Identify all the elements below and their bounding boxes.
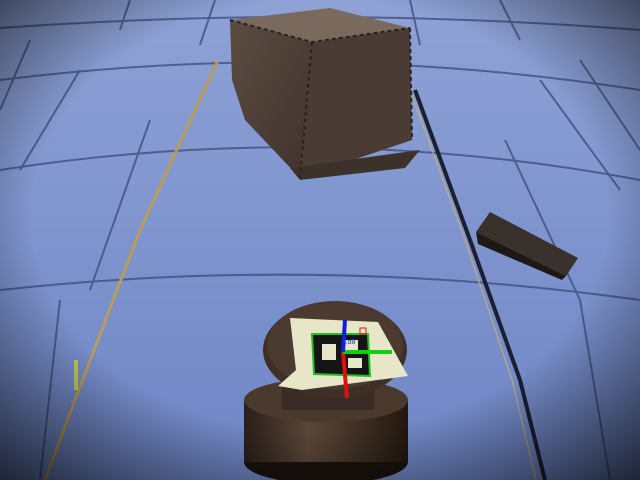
camera-view — [0, 0, 640, 480]
